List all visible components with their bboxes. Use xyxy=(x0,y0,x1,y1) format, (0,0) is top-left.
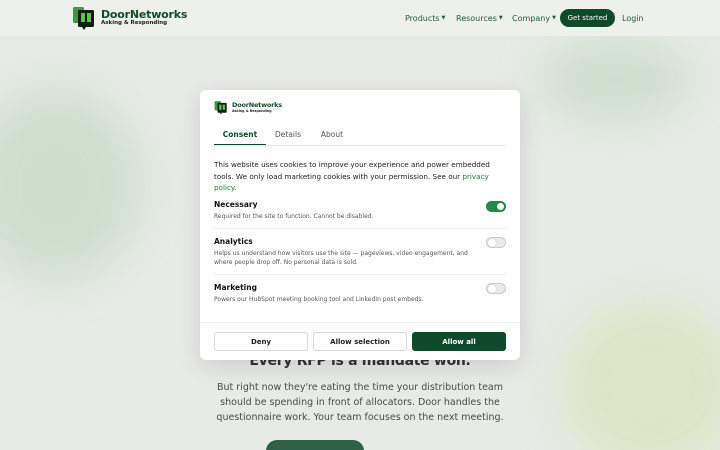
tab-divider xyxy=(214,145,506,146)
allow-selection-button[interactable]: Allow selection xyxy=(313,332,407,351)
toggle-knob xyxy=(497,203,504,210)
analytics-toggle[interactable] xyxy=(486,237,506,248)
category-necessary: Necessary Required for the site to funct… xyxy=(214,200,506,221)
brand-name: DoorNetworks xyxy=(232,101,282,110)
deny-button[interactable]: Deny xyxy=(214,332,308,351)
intro-text: This website uses cookies to improve you… xyxy=(214,160,490,181)
door-logo-icon xyxy=(72,5,98,31)
nav-item-products[interactable]: Products ▼ xyxy=(405,0,445,36)
toggle-knob xyxy=(488,285,496,293)
dialog-footer-divider xyxy=(200,322,520,323)
dialog-logo: DoorNetworks Asking & Responding xyxy=(214,100,282,115)
category-analytics: Analytics Helps us understand how visito… xyxy=(214,237,506,267)
nav-label: Company xyxy=(512,13,551,23)
tab-consent[interactable]: Consent xyxy=(214,128,266,146)
category-title: Necessary xyxy=(214,200,258,209)
nav-label: Resources xyxy=(456,13,497,23)
category-title: Analytics xyxy=(214,237,253,246)
category-divider xyxy=(214,274,506,275)
category-description: Helps us understand how visitors use the… xyxy=(214,250,468,266)
marketing-toggle[interactable] xyxy=(486,283,506,294)
site-header: DoorNetworks Asking & Responding Product… xyxy=(0,0,720,36)
tab-about[interactable]: About xyxy=(310,128,354,146)
brand-name: DoorNetworks xyxy=(101,8,188,22)
nav-label: Products xyxy=(405,13,440,23)
brand-tagline: Asking & Responding xyxy=(101,20,168,27)
intro-end: . xyxy=(234,183,237,192)
chevron-down-icon: ▼ xyxy=(498,15,503,21)
category-marketing: Marketing Powers our HubSpot meeting boo… xyxy=(214,283,506,304)
tab-details[interactable]: Details xyxy=(266,128,310,146)
category-title: Marketing xyxy=(214,283,257,292)
toggle-knob xyxy=(488,239,496,247)
login-link[interactable]: Login xyxy=(622,0,644,36)
necessary-toggle[interactable] xyxy=(486,201,506,212)
nav-item-company[interactable]: Company ▼ xyxy=(512,0,556,36)
allow-all-button[interactable]: Allow all xyxy=(412,332,506,351)
get-started-button[interactable]: Get started xyxy=(560,9,615,27)
brand-tagline: Asking & Responding xyxy=(232,108,272,113)
category-description: Powers our HubSpot meeting booking tool … xyxy=(214,296,424,303)
category-divider xyxy=(214,228,506,229)
category-description: Required for the site to function. Canno… xyxy=(214,213,374,220)
nav-item-resources[interactable]: Resources ▼ xyxy=(456,0,503,36)
door-logo-icon xyxy=(214,100,229,115)
chevron-down-icon: ▼ xyxy=(552,15,556,21)
consent-intro: This website uses cookies to improve you… xyxy=(214,159,508,194)
site-logo[interactable]: DoorNetworks Asking & Responding xyxy=(72,5,187,31)
chevron-down-icon: ▼ xyxy=(441,15,446,21)
consent-tabs: Consent Details About xyxy=(214,128,354,146)
cookie-consent-dialog: DoorNetworks Asking & Responding Consent… xyxy=(200,90,520,360)
